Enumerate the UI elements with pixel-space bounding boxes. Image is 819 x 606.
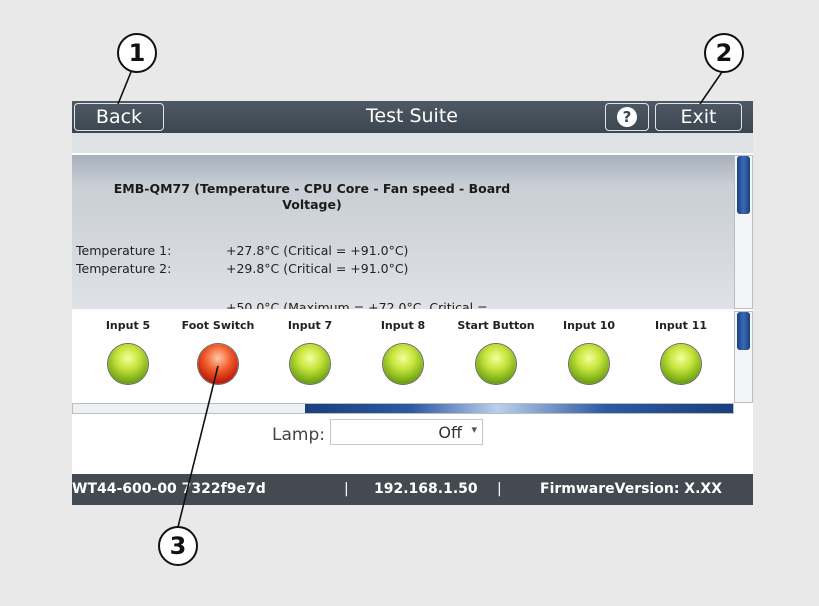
callout-marker: 3 [158, 526, 198, 566]
callout-marker: 2 [704, 33, 744, 73]
callout-leader-lines [117, 71, 723, 528]
callout-marker: 1 [117, 33, 157, 73]
